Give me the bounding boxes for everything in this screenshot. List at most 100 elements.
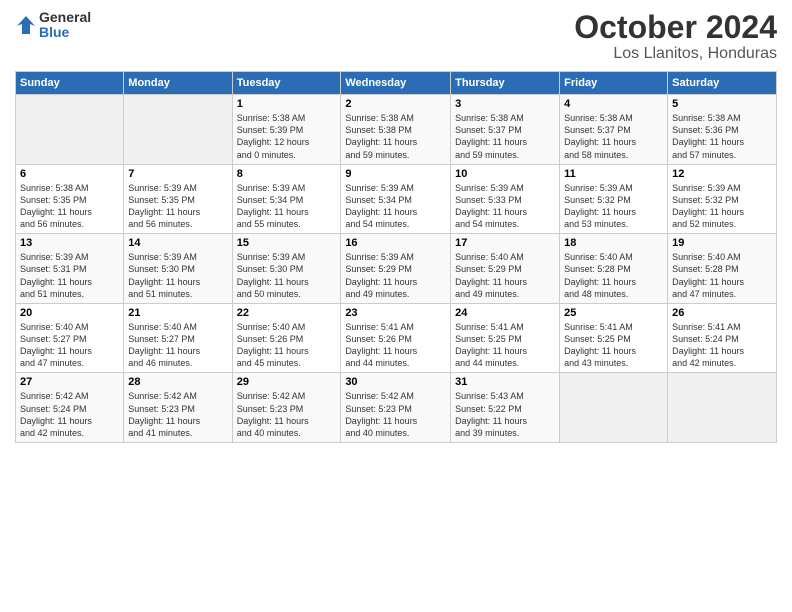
calendar-week-row: 27 Sunrise: 5:42 AM Sunset: 5:24 PM Dayli… bbox=[16, 373, 777, 443]
calendar-day-cell: 19 Sunrise: 5:40 AM Sunset: 5:28 PM Dayli… bbox=[668, 234, 777, 304]
day-detail: Sunrise: 5:41 AM Sunset: 5:24 PM Dayligh… bbox=[672, 321, 772, 370]
day-number: 18 bbox=[564, 237, 663, 249]
calendar-day-cell: 12 Sunrise: 5:39 AM Sunset: 5:32 PM Dayli… bbox=[668, 164, 777, 234]
day-detail: Sunrise: 5:40 AM Sunset: 5:27 PM Dayligh… bbox=[20, 321, 119, 370]
calendar-day-cell: 30 Sunrise: 5:42 AM Sunset: 5:23 PM Dayli… bbox=[341, 373, 451, 443]
day-number: 15 bbox=[237, 237, 337, 249]
day-detail: Sunrise: 5:42 AM Sunset: 5:23 PM Dayligh… bbox=[345, 390, 446, 439]
day-number: 22 bbox=[237, 307, 337, 319]
day-number: 29 bbox=[237, 376, 337, 388]
day-detail: Sunrise: 5:38 AM Sunset: 5:35 PM Dayligh… bbox=[20, 182, 119, 231]
day-detail: Sunrise: 5:39 AM Sunset: 5:30 PM Dayligh… bbox=[128, 251, 227, 300]
day-number: 26 bbox=[672, 307, 772, 319]
day-detail: Sunrise: 5:40 AM Sunset: 5:27 PM Dayligh… bbox=[128, 321, 227, 370]
calendar-day-cell: 8 Sunrise: 5:39 AM Sunset: 5:34 PM Daylig… bbox=[232, 164, 341, 234]
day-detail: Sunrise: 5:38 AM Sunset: 5:37 PM Dayligh… bbox=[455, 112, 555, 161]
calendar-body: 1 Sunrise: 5:38 AM Sunset: 5:39 PM Daylig… bbox=[16, 95, 777, 443]
calendar-day-cell: 15 Sunrise: 5:39 AM Sunset: 5:30 PM Dayli… bbox=[232, 234, 341, 304]
day-number: 4 bbox=[564, 98, 663, 110]
day-detail: Sunrise: 5:39 AM Sunset: 5:31 PM Dayligh… bbox=[20, 251, 119, 300]
calendar-day-cell: 17 Sunrise: 5:40 AM Sunset: 5:29 PM Dayli… bbox=[451, 234, 560, 304]
page-title: October 2024 bbox=[574, 10, 777, 45]
logo-line2: Blue bbox=[39, 25, 91, 40]
day-detail: Sunrise: 5:38 AM Sunset: 5:39 PM Dayligh… bbox=[237, 112, 337, 161]
day-number: 8 bbox=[237, 168, 337, 180]
day-detail: Sunrise: 5:38 AM Sunset: 5:36 PM Dayligh… bbox=[672, 112, 772, 161]
calendar-header-cell: Monday bbox=[124, 72, 232, 95]
day-number: 27 bbox=[20, 376, 119, 388]
day-detail: Sunrise: 5:43 AM Sunset: 5:22 PM Dayligh… bbox=[455, 390, 555, 439]
day-number: 7 bbox=[128, 168, 227, 180]
day-number: 2 bbox=[345, 98, 446, 110]
calendar-day-cell: 5 Sunrise: 5:38 AM Sunset: 5:36 PM Daylig… bbox=[668, 95, 777, 165]
day-number: 20 bbox=[20, 307, 119, 319]
calendar-day-cell: 31 Sunrise: 5:43 AM Sunset: 5:22 PM Dayli… bbox=[451, 373, 560, 443]
title-block: October 2024 Los Llanitos, Honduras bbox=[574, 10, 777, 63]
calendar-day-cell: 18 Sunrise: 5:40 AM Sunset: 5:28 PM Dayli… bbox=[560, 234, 668, 304]
day-detail: Sunrise: 5:40 AM Sunset: 5:28 PM Dayligh… bbox=[564, 251, 663, 300]
day-detail: Sunrise: 5:39 AM Sunset: 5:34 PM Dayligh… bbox=[345, 182, 446, 231]
day-detail: Sunrise: 5:39 AM Sunset: 5:30 PM Dayligh… bbox=[237, 251, 337, 300]
day-detail: Sunrise: 5:39 AM Sunset: 5:32 PM Dayligh… bbox=[672, 182, 772, 231]
day-number: 21 bbox=[128, 307, 227, 319]
day-detail: Sunrise: 5:39 AM Sunset: 5:29 PM Dayligh… bbox=[345, 251, 446, 300]
calendar-day-cell: 3 Sunrise: 5:38 AM Sunset: 5:37 PM Daylig… bbox=[451, 95, 560, 165]
day-detail: Sunrise: 5:40 AM Sunset: 5:28 PM Dayligh… bbox=[672, 251, 772, 300]
calendar-day-cell: 25Sunrise: 5:41 AM Sunset: 5:25 PM Dayli… bbox=[560, 303, 668, 373]
day-number: 1 bbox=[237, 98, 337, 110]
calendar-day-cell: 14Sunrise: 5:39 AM Sunset: 5:30 PM Dayli… bbox=[124, 234, 232, 304]
logo-line1: General bbox=[39, 10, 91, 25]
day-number: 23 bbox=[345, 307, 446, 319]
calendar-day-cell: 6 Sunrise: 5:38 AM Sunset: 5:35 PM Daylig… bbox=[16, 164, 124, 234]
day-detail: Sunrise: 5:38 AM Sunset: 5:38 PM Dayligh… bbox=[345, 112, 446, 161]
calendar-day-cell: 4 Sunrise: 5:38 AM Sunset: 5:37 PM Daylig… bbox=[560, 95, 668, 165]
day-number: 17 bbox=[455, 237, 555, 249]
day-number: 19 bbox=[672, 237, 772, 249]
calendar-day-cell: 29 Sunrise: 5:42 AM Sunset: 5:23 PM Dayli… bbox=[232, 373, 341, 443]
calendar-day-cell: 10 Sunrise: 5:39 AM Sunset: 5:33 PM Dayli… bbox=[451, 164, 560, 234]
calendar-header-cell: Thursday bbox=[451, 72, 560, 95]
day-number: 24 bbox=[455, 307, 555, 319]
calendar-day-cell bbox=[560, 373, 668, 443]
calendar-day-cell: 23 Sunrise: 5:41 AM Sunset: 5:26 PM Dayli… bbox=[341, 303, 451, 373]
calendar-day-cell: 9 Sunrise: 5:39 AM Sunset: 5:34 PM Daylig… bbox=[341, 164, 451, 234]
calendar-day-cell: 27 Sunrise: 5:42 AM Sunset: 5:24 PM Dayli… bbox=[16, 373, 124, 443]
day-detail: Sunrise: 5:41 AM Sunset: 5:25 PM Dayligh… bbox=[455, 321, 555, 370]
day-detail: Sunrise: 5:42 AM Sunset: 5:23 PM Dayligh… bbox=[237, 390, 337, 439]
day-number: 11 bbox=[564, 168, 663, 180]
day-detail: Sunrise: 5:42 AM Sunset: 5:23 PM Dayligh… bbox=[128, 390, 227, 439]
day-number: 12 bbox=[672, 168, 772, 180]
day-detail: Sunrise: 5:42 AM Sunset: 5:24 PM Dayligh… bbox=[20, 390, 119, 439]
calendar-week-row: 20 Sunrise: 5:40 AM Sunset: 5:27 PM Dayli… bbox=[16, 303, 777, 373]
calendar-day-cell bbox=[124, 95, 232, 165]
calendar-header-cell: Saturday bbox=[668, 72, 777, 95]
day-detail: Sunrise: 5:39 AM Sunset: 5:32 PM Dayligh… bbox=[564, 182, 663, 231]
day-detail: Sunrise: 5:39 AM Sunset: 5:34 PM Dayligh… bbox=[237, 182, 337, 231]
page-header: General Blue October 2024 Los Llanitos, … bbox=[15, 10, 777, 63]
calendar-day-cell: 26 Sunrise: 5:41 AM Sunset: 5:24 PM Dayli… bbox=[668, 303, 777, 373]
day-detail: Sunrise: 5:38 AM Sunset: 5:37 PM Dayligh… bbox=[564, 112, 663, 161]
day-number: 3 bbox=[455, 98, 555, 110]
day-number: 31 bbox=[455, 376, 555, 388]
calendar-header-row: SundayMondayTuesdayWednesdayThursdayFrid… bbox=[16, 72, 777, 95]
calendar-day-cell: 1 Sunrise: 5:38 AM Sunset: 5:39 PM Daylig… bbox=[232, 95, 341, 165]
calendar-day-cell: 11 Sunrise: 5:39 AM Sunset: 5:32 PM Dayli… bbox=[560, 164, 668, 234]
calendar-week-row: 1 Sunrise: 5:38 AM Sunset: 5:39 PM Daylig… bbox=[16, 95, 777, 165]
day-number: 13 bbox=[20, 237, 119, 249]
day-detail: Sunrise: 5:39 AM Sunset: 5:35 PM Dayligh… bbox=[128, 182, 227, 231]
day-number: 30 bbox=[345, 376, 446, 388]
calendar-day-cell: 24 Sunrise: 5:41 AM Sunset: 5:25 PM Dayli… bbox=[451, 303, 560, 373]
day-number: 10 bbox=[455, 168, 555, 180]
calendar-header-cell: Wednesday bbox=[341, 72, 451, 95]
day-detail: Sunrise: 5:41 AM Sunset: 5:25 PM Dayligh… bbox=[564, 321, 663, 370]
day-number: 9 bbox=[345, 168, 446, 180]
day-number: 5 bbox=[672, 98, 772, 110]
day-number: 6 bbox=[20, 168, 119, 180]
day-detail: Sunrise: 5:41 AM Sunset: 5:26 PM Dayligh… bbox=[345, 321, 446, 370]
day-detail: Sunrise: 5:40 AM Sunset: 5:29 PM Dayligh… bbox=[455, 251, 555, 300]
calendar-day-cell: 13 Sunrise: 5:39 AM Sunset: 5:31 PM Dayli… bbox=[16, 234, 124, 304]
day-detail: Sunrise: 5:39 AM Sunset: 5:33 PM Dayligh… bbox=[455, 182, 555, 231]
page-subtitle: Los Llanitos, Honduras bbox=[574, 45, 777, 63]
calendar-day-cell: 20 Sunrise: 5:40 AM Sunset: 5:27 PM Dayli… bbox=[16, 303, 124, 373]
calendar-week-row: 6 Sunrise: 5:38 AM Sunset: 5:35 PM Daylig… bbox=[16, 164, 777, 234]
